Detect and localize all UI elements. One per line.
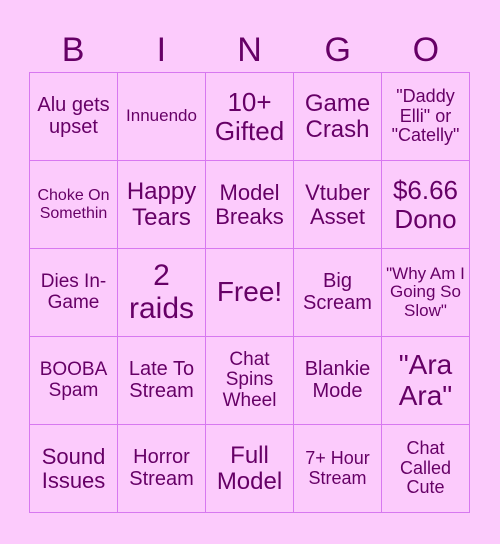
bingo-cell[interactable]: Sound Issues [30,425,118,513]
bingo-cell[interactable]: "Ara Ara" [382,337,470,425]
bingo-cell[interactable]: 10+ Gifted [206,73,294,161]
header-letter-i: I [156,31,167,69]
bingo-cell[interactable]: Innuendo [118,73,206,161]
bingo-cell[interactable]: Chat Spins Wheel [206,337,294,425]
bingo-cell[interactable]: Game Crash [294,73,382,161]
bingo-cell[interactable]: "Why Am I Going So Slow" [382,249,470,337]
bingo-cell[interactable]: Full Model [206,425,294,513]
bingo-cell[interactable]: Chat Called Cute [382,425,470,513]
bingo-cell[interactable]: Late To Stream [118,337,206,425]
bingo-header: B I N G O [29,28,470,72]
bingo-cell[interactable]: "Daddy Elli" or "Catelly" [382,73,470,161]
bingo-cell-free[interactable]: Free! [206,249,294,337]
bingo-cell[interactable]: Big Scream [294,249,382,337]
bingo-cell[interactable]: 2 raids [118,249,206,337]
bingo-cell[interactable]: 7+ Hour Stream [294,425,382,513]
header-letter-n: N [237,31,262,69]
bingo-cell[interactable]: Alu gets upset [30,73,118,161]
bingo-cell[interactable]: BOOBA Spam [30,337,118,425]
bingo-cell[interactable]: Happy Tears [118,161,206,249]
header-letter-b: B [61,31,85,69]
header-letter-g: G [324,31,351,69]
bingo-cell[interactable]: Dies In-Game [30,249,118,337]
bingo-cell[interactable]: Choke On Somethin [30,161,118,249]
header-letter-o: O [412,31,440,69]
bingo-cell[interactable]: Horror Stream [118,425,206,513]
bingo-cell[interactable]: Blankie Mode [294,337,382,425]
bingo-cell[interactable]: Vtuber Asset [294,161,382,249]
bingo-board: Alu gets upset Innuendo 10+ Gifted Game … [29,72,470,513]
bingo-cell[interactable]: Model Breaks [206,161,294,249]
bingo-cell[interactable]: $6.66 Dono [382,161,470,249]
